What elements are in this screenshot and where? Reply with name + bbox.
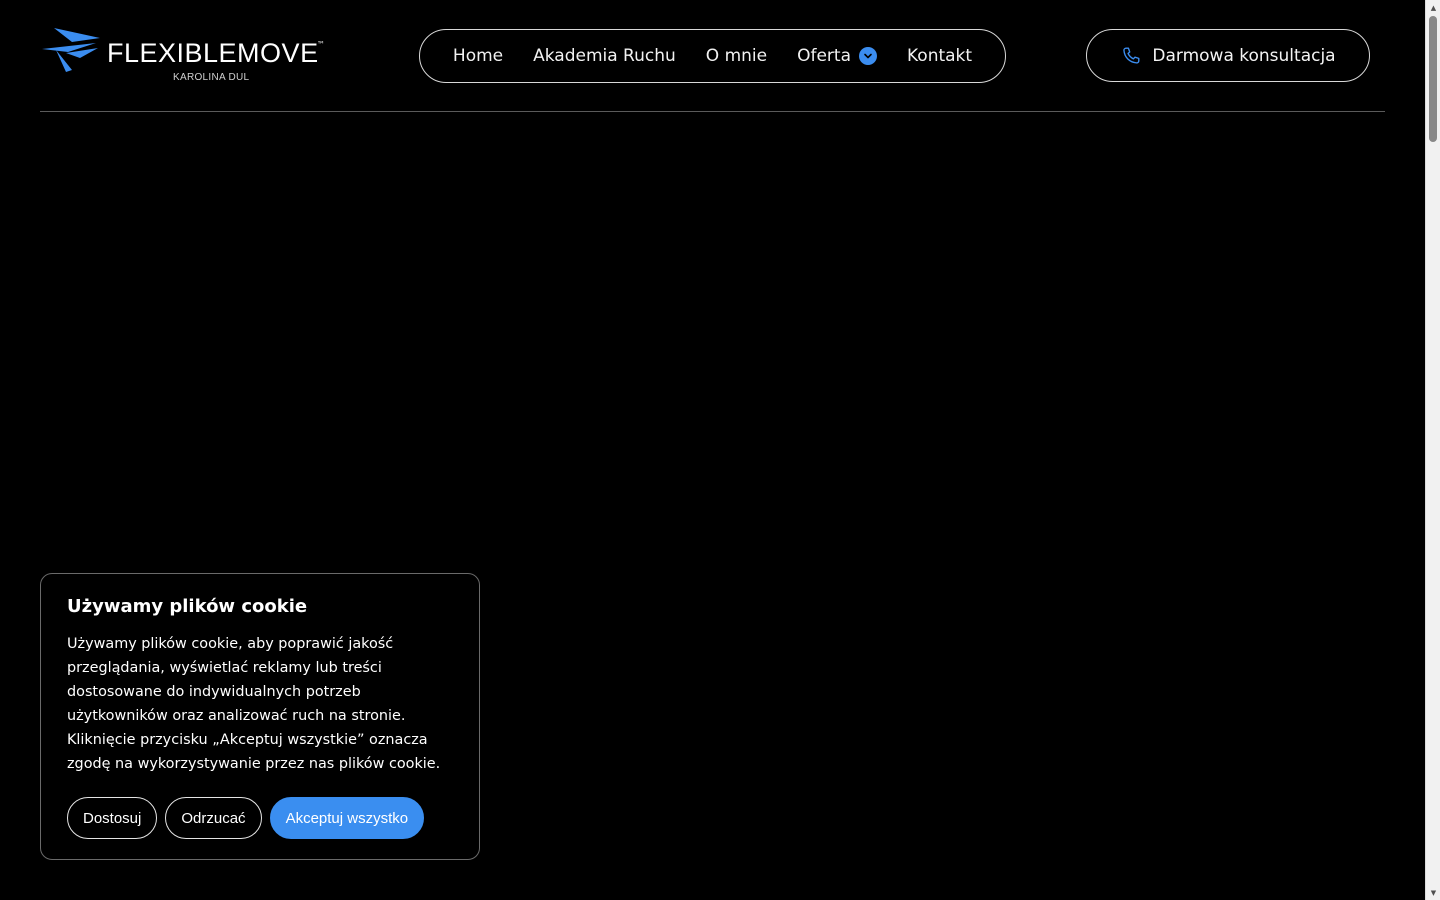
scrollbar[interactable]: ▲ ▼ bbox=[1425, 0, 1440, 900]
scroll-thumb[interactable] bbox=[1429, 16, 1437, 142]
customize-button[interactable]: Dostosuj bbox=[67, 797, 158, 839]
cookie-title: Używamy plików cookie bbox=[67, 596, 308, 617]
nav-item-label: O mnie bbox=[705, 46, 768, 66]
nav-item-kontakt[interactable]: Kontakt bbox=[907, 46, 972, 66]
site-header: FLEXIBLEMOVE ™ KAROLINA DUL Home Akademi… bbox=[40, 0, 1385, 112]
cta-label: Darmowa konsultacja bbox=[1152, 45, 1336, 66]
main-nav: Home Akademia Ruchu O mnie Oferta Kontak… bbox=[419, 29, 1006, 83]
logo-subtitle: KAROLINA DUL bbox=[173, 72, 250, 83]
page: FLEXIBLEMOVE ™ KAROLINA DUL Home Akademi… bbox=[0, 0, 1440, 900]
reject-button[interactable]: Odrzucać bbox=[165, 797, 262, 839]
nav-item-oferta[interactable]: Oferta bbox=[797, 46, 877, 66]
nav-item-home[interactable]: Home bbox=[453, 46, 503, 66]
free-consultation-button[interactable]: Darmowa konsultacja bbox=[1086, 29, 1370, 82]
nav-item-o-mnie[interactable]: O mnie bbox=[706, 46, 767, 66]
logo-name: FLEXIBLEMOVE bbox=[107, 38, 319, 68]
nav-item-label: Akademia Ruchu bbox=[533, 46, 676, 66]
nav-item-label: Home bbox=[452, 46, 504, 66]
phone-icon bbox=[1123, 47, 1140, 64]
nav-item-label: Oferta bbox=[797, 46, 851, 66]
logo-trademark: ™ bbox=[317, 40, 325, 49]
scroll-up-arrow-icon[interactable]: ▲ bbox=[1426, 0, 1440, 15]
cookie-banner: Używamy plików cookie Używamy plików coo… bbox=[40, 573, 480, 860]
accept-all-button[interactable]: Akceptuj wszystko bbox=[269, 797, 425, 839]
chevron-down-icon[interactable] bbox=[859, 47, 877, 65]
logo[interactable]: FLEXIBLEMOVE ™ KAROLINA DUL bbox=[40, 28, 340, 88]
cookie-buttons: Dostosuj Odrzucać Akceptuj wszystko bbox=[67, 797, 425, 839]
cookie-text: Używamy plików cookie, aby poprawić jako… bbox=[67, 636, 441, 772]
scroll-down-arrow-icon[interactable]: ▼ bbox=[1426, 885, 1440, 900]
nav-item-akademia-ruchu[interactable]: Akademia Ruchu bbox=[533, 46, 676, 66]
logo-wing-icon bbox=[42, 28, 100, 72]
nav-item-label: Kontakt bbox=[907, 46, 973, 66]
